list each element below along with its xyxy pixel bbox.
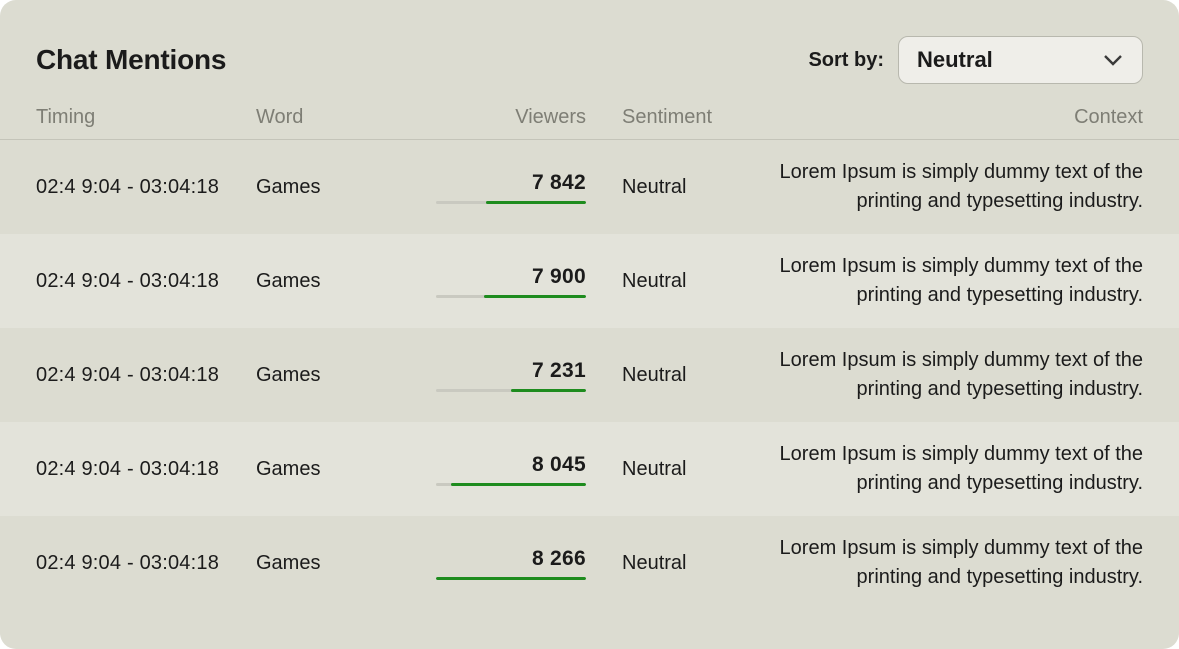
col-context: Context [746, 106, 1143, 129]
cell-sentiment: Neutral [586, 458, 746, 481]
cell-timing: 02:4 9:04 - 03:04:18 [36, 549, 256, 578]
cell-sentiment: Neutral [586, 364, 746, 387]
cell-timing: 02:4 9:04 - 03:04:18 [36, 173, 256, 202]
viewers-fill [451, 483, 586, 486]
viewers-fill [484, 295, 586, 298]
cell-word: Games [256, 458, 436, 481]
viewers-value: 7 900 [532, 265, 586, 289]
cell-viewers: 7 231 [436, 359, 586, 392]
col-viewers: Viewers [436, 106, 586, 129]
viewers-fill [436, 577, 586, 580]
cell-viewers: 7 900 [436, 265, 586, 298]
viewers-fill [486, 201, 587, 204]
table-row[interactable]: 02:4 9:04 - 03:04:18 Games 8 266 Neutral… [0, 516, 1179, 610]
page-title: Chat Mentions [36, 44, 226, 76]
cell-context: Lorem Ipsum is simply dummy text of the … [746, 252, 1143, 310]
viewers-value: 8 266 [532, 547, 586, 571]
cell-timing: 02:4 9:04 - 03:04:18 [36, 455, 256, 484]
table-row[interactable]: 02:4 9:04 - 03:04:18 Games 7 842 Neutral… [0, 140, 1179, 234]
cell-timing: 02:4 9:04 - 03:04:18 [36, 267, 256, 296]
cell-context: Lorem Ipsum is simply dummy text of the … [746, 440, 1143, 498]
col-word: Word [256, 106, 436, 129]
sort-selected-value: Neutral [917, 47, 993, 73]
sort-label: Sort by: [808, 49, 884, 72]
viewers-value: 8 045 [532, 453, 586, 477]
viewers-bar [436, 483, 586, 486]
viewers-value: 7 231 [532, 359, 586, 383]
cell-sentiment: Neutral [586, 552, 746, 575]
cell-context: Lorem Ipsum is simply dummy text of the … [746, 534, 1143, 592]
cell-sentiment: Neutral [586, 270, 746, 293]
col-timing: Timing [36, 106, 256, 129]
table-header: Timing Word Viewers Sentiment Context [0, 106, 1179, 140]
table-body: 02:4 9:04 - 03:04:18 Games 7 842 Neutral… [0, 140, 1179, 610]
cell-sentiment: Neutral [586, 176, 746, 199]
cell-viewers: 8 045 [436, 453, 586, 486]
col-sentiment: Sentiment [586, 106, 746, 129]
table-row[interactable]: 02:4 9:04 - 03:04:18 Games 7 900 Neutral… [0, 234, 1179, 328]
cell-word: Games [256, 364, 436, 387]
cell-word: Games [256, 270, 436, 293]
viewers-value: 7 842 [532, 171, 586, 195]
viewers-fill [511, 389, 586, 392]
panel-header: Chat Mentions Sort by: Neutral [0, 0, 1179, 106]
chat-mentions-panel: Chat Mentions Sort by: Neutral Timing Wo… [0, 0, 1179, 649]
cell-timing: 02:4 9:04 - 03:04:18 [36, 361, 256, 390]
sort-control: Sort by: Neutral [808, 36, 1143, 84]
cell-context: Lorem Ipsum is simply dummy text of the … [746, 346, 1143, 404]
cell-context: Lorem Ipsum is simply dummy text of the … [746, 158, 1143, 216]
viewers-bar [436, 577, 586, 580]
cell-word: Games [256, 552, 436, 575]
viewers-bar [436, 389, 586, 392]
cell-word: Games [256, 176, 436, 199]
viewers-bar [436, 201, 586, 204]
cell-viewers: 7 842 [436, 171, 586, 204]
viewers-bar [436, 295, 586, 298]
table-row[interactable]: 02:4 9:04 - 03:04:18 Games 8 045 Neutral… [0, 422, 1179, 516]
table-row[interactable]: 02:4 9:04 - 03:04:18 Games 7 231 Neutral… [0, 328, 1179, 422]
cell-viewers: 8 266 [436, 547, 586, 580]
sort-select[interactable]: Neutral [898, 36, 1143, 84]
chevron-down-icon [1102, 49, 1124, 71]
